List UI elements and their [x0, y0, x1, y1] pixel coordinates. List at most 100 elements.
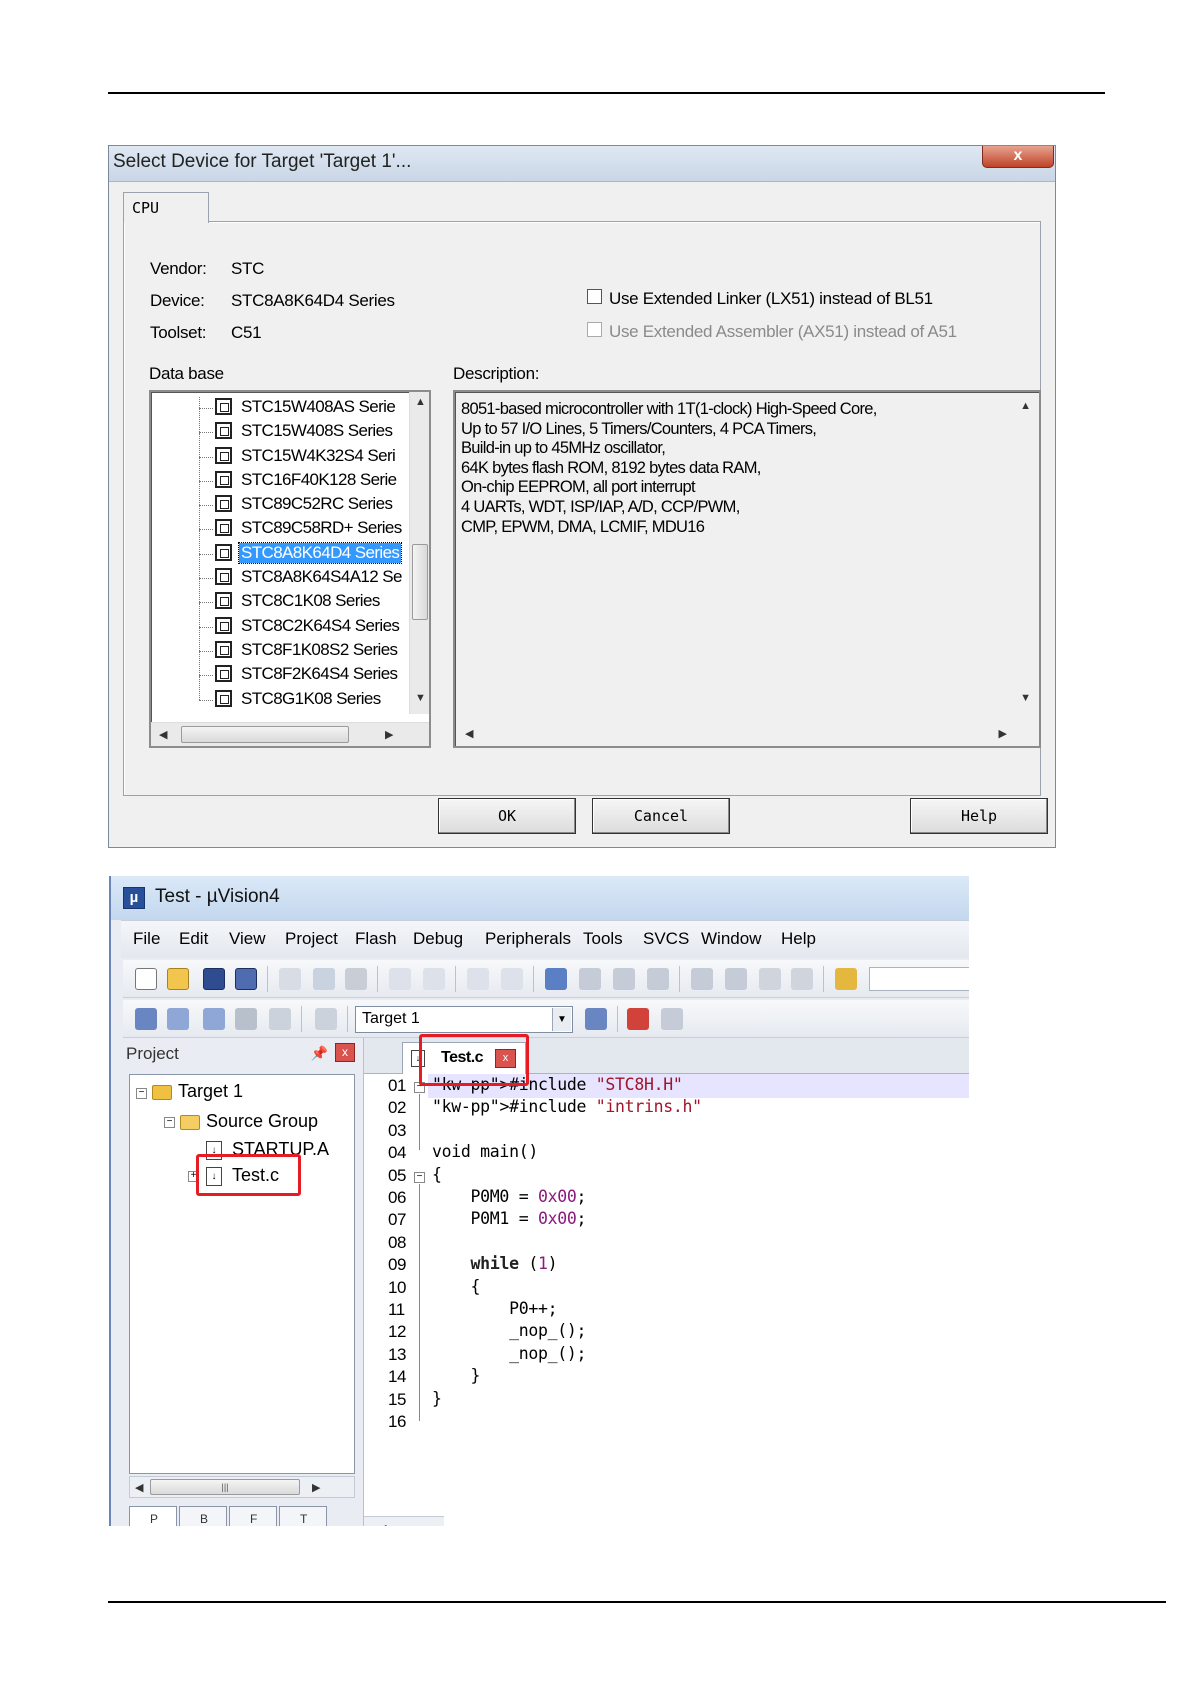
use-lx51-checkbox[interactable]: [587, 289, 602, 304]
scroll-down-icon[interactable]: ▼: [1020, 692, 1031, 704]
code-line[interactable]: }: [432, 1366, 481, 1385]
bookmark-clear-icon[interactable]: [647, 968, 669, 990]
tree-item-source-group[interactable]: Source Group: [206, 1111, 318, 1132]
database-list-item[interactable]: STC8A8K64D4 Series: [151, 529, 408, 566]
database-list-item[interactable]: STC89C58RD+ Series: [151, 505, 408, 541]
menu-file[interactable]: File: [133, 929, 160, 949]
tab-functions[interactable]: F: [229, 1506, 277, 1526]
cancel-button[interactable]: Cancel: [592, 798, 730, 834]
code-line[interactable]: while (1): [432, 1254, 558, 1273]
help-button[interactable]: Help: [910, 798, 1048, 834]
target-options-icon[interactable]: [585, 1008, 607, 1030]
scroll-left-icon[interactable]: ◀: [378, 1522, 386, 1526]
menu-view[interactable]: View: [229, 929, 266, 949]
database-list-item[interactable]: STC89C52RC Series: [151, 481, 408, 517]
scroll-left-icon[interactable]: ◀: [135, 1481, 143, 1494]
database-list-item[interactable]: STC16F40K128 Serie: [151, 456, 408, 493]
scrollbar-thumb[interactable]: [181, 726, 349, 743]
tab-project[interactable]: P: [129, 1506, 177, 1526]
uncomment-icon[interactable]: [791, 968, 813, 990]
chevron-down-icon[interactable]: ▼: [552, 1008, 571, 1031]
code-line[interactable]: {: [432, 1277, 481, 1296]
code-line[interactable]: P0M1 = 0x00;: [432, 1209, 587, 1228]
database-list[interactable]: STC15W408AS Serie STC15W408S Series STC15W…: [149, 390, 431, 748]
database-list-item[interactable]: STC15W408AS Serie: [151, 396, 408, 420]
database-list-item[interactable]: STC8F2K64S4 Series: [151, 651, 408, 687]
bookmark-next-icon[interactable]: [613, 968, 635, 990]
menu-project[interactable]: Project: [285, 929, 338, 949]
translate-icon[interactable]: [135, 1008, 157, 1030]
cut-icon[interactable]: [279, 968, 301, 990]
ok-button[interactable]: OK: [438, 798, 576, 834]
code-area[interactable]: "kw-pp">#include "STC8H.H" "kw-pp">#inclu…: [428, 1074, 969, 1526]
database-horizontal-scrollbar[interactable]: ◀ ▶: [151, 722, 429, 746]
redo-icon[interactable]: [423, 968, 445, 990]
save-all-icon[interactable]: [235, 968, 257, 990]
database-list-item[interactable]: STC8C1K08 Series: [151, 578, 408, 614]
code-line[interactable]: {: [432, 1165, 442, 1184]
database-vertical-scrollbar[interactable]: ▲ ▼: [409, 392, 429, 714]
code-line[interactable]: }: [432, 1389, 442, 1408]
tab-cpu[interactable]: CPU: [123, 192, 209, 223]
scrollbar-thumb[interactable]: |||: [150, 1479, 300, 1495]
menu-debug[interactable]: Debug: [413, 929, 463, 949]
scroll-up-icon[interactable]: ▲: [1020, 400, 1031, 412]
database-list-item[interactable]: STC8A8K64S4A12 Se: [151, 554, 408, 590]
code-line[interactable]: _nop_();: [432, 1321, 586, 1340]
scroll-down-icon[interactable]: ▼: [415, 692, 426, 704]
save-icon[interactable]: [203, 968, 225, 990]
manage-components-icon[interactable]: [627, 1008, 649, 1030]
stop-build-icon[interactable]: [269, 1008, 291, 1030]
database-list-item[interactable]: STC8F1K08S2 Series: [151, 626, 408, 663]
menu-peripherals[interactable]: Peripherals: [485, 929, 571, 949]
scroll-left-icon[interactable]: ◀: [159, 728, 167, 741]
indent-icon[interactable]: [691, 968, 713, 990]
code-line[interactable]: P0M0 = 0x00;: [432, 1187, 587, 1206]
code-line[interactable]: "kw-pp">#include "intrins.h": [432, 1097, 702, 1116]
bookmark-icon[interactable]: [545, 968, 567, 990]
dialog-close-button[interactable]: x: [982, 146, 1054, 168]
bookmark-prev-icon[interactable]: [579, 968, 601, 990]
undo-icon[interactable]: [389, 968, 411, 990]
rebuild-icon[interactable]: [203, 1008, 225, 1030]
code-line[interactable]: _nop_();: [432, 1344, 586, 1363]
copy-icon[interactable]: [313, 968, 335, 990]
menu-window[interactable]: Window: [701, 929, 761, 949]
menu-flash[interactable]: Flash: [355, 929, 397, 949]
new-file-icon[interactable]: [135, 968, 157, 990]
fold-icon[interactable]: −: [414, 1171, 425, 1183]
unindent-icon[interactable]: [725, 968, 747, 990]
close-icon[interactable]: x: [335, 1043, 355, 1062]
database-list-item[interactable]: STC15W4K32S4 Seri: [151, 432, 408, 469]
scroll-right-icon[interactable]: ▶: [385, 728, 393, 741]
menu-svcs[interactable]: SVCS: [643, 929, 689, 949]
nav-forward-icon[interactable]: [501, 968, 523, 990]
collapse-icon[interactable]: −: [164, 1117, 175, 1128]
scroll-right-icon[interactable]: ▶: [999, 727, 1007, 740]
find-in-files-icon[interactable]: [835, 968, 857, 990]
scrollbar-thumb[interactable]: [412, 544, 428, 620]
menu-edit[interactable]: Edit: [179, 929, 208, 949]
code-line[interactable]: void main(): [432, 1142, 538, 1161]
open-file-icon[interactable]: [167, 968, 189, 990]
database-list-item[interactable]: STC8G1K08 Series: [151, 675, 408, 712]
database-list-item[interactable]: STC15W408S Series: [151, 408, 408, 444]
scroll-left-icon[interactable]: ◀: [465, 727, 473, 740]
collapse-icon[interactable]: −: [136, 1088, 147, 1099]
select-packs-icon[interactable]: [661, 1008, 683, 1030]
nav-back-icon[interactable]: [467, 968, 489, 990]
target-select[interactable]: Target 1 ▼: [355, 1006, 573, 1033]
menu-help[interactable]: Help: [781, 929, 816, 949]
project-horizontal-scrollbar[interactable]: ◀ ||| ▶: [129, 1476, 355, 1498]
code-line[interactable]: P0++;: [432, 1299, 557, 1318]
paste-icon[interactable]: [345, 968, 367, 990]
comment-icon[interactable]: [759, 968, 781, 990]
pin-icon[interactable]: 📌: [311, 1045, 328, 1062]
menu-tools[interactable]: Tools: [583, 929, 623, 949]
tab-templates[interactable]: T: [279, 1506, 327, 1526]
batch-build-icon[interactable]: [235, 1008, 257, 1030]
build-icon[interactable]: [167, 1008, 189, 1030]
scroll-up-icon[interactable]: ▲: [415, 396, 426, 408]
editor-horizontal-scrollbar[interactable]: ◀: [364, 1516, 444, 1526]
find-input[interactable]: [869, 967, 969, 991]
